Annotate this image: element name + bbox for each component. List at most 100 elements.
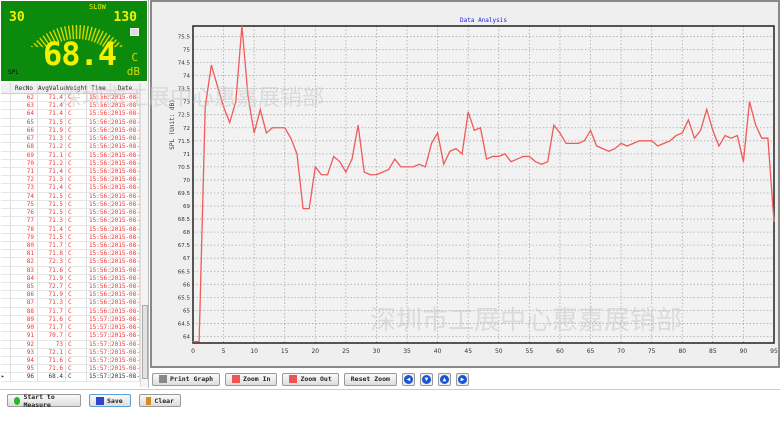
row-selector[interactable] xyxy=(1,167,11,176)
header-recno[interactable]: RecNo xyxy=(11,83,38,93)
y-tick-label: 73 xyxy=(183,100,190,106)
save-button[interactable]: Save xyxy=(89,394,131,407)
header-weight[interactable]: Weight xyxy=(66,83,87,93)
table-row[interactable]: 7171.4C15:56:412015-08- xyxy=(1,167,140,177)
table-row[interactable]: 6471.4C15:56:342015-08- xyxy=(1,110,140,119)
time-cell: 15:56:39 xyxy=(89,151,111,159)
row-selector[interactable] xyxy=(1,209,11,217)
table-row[interactable]: 8471.9C15:56:552015-08- xyxy=(1,274,140,284)
table-row[interactable]: 8572.7C15:56:562015-08- xyxy=(1,283,140,292)
table-row[interactable]: 7571.5C15:56:452015-08- xyxy=(1,200,140,210)
table-row[interactable]: 6571.5C15:56:352015-08- xyxy=(1,118,140,127)
data-point xyxy=(480,127,481,129)
table-row[interactable]: 6271.4C15:56:302015-08- xyxy=(1,94,140,103)
data-point xyxy=(369,174,371,176)
date-cell: 2015-08- xyxy=(111,159,140,167)
recno-cell: 66 xyxy=(11,126,38,135)
recno-cell: 73 xyxy=(11,184,38,192)
data-point xyxy=(584,140,585,142)
print-graph-button[interactable]: Print Graph xyxy=(152,372,221,386)
chart-toolbar: Print Graph Zoom In Zoom Out Reset Zoom … xyxy=(150,370,780,388)
row-selector[interactable] xyxy=(1,151,11,159)
table-row[interactable]: 6871.2C15:56:382015-08- xyxy=(1,143,140,152)
row-selector[interactable] xyxy=(1,184,11,192)
row-selector[interactable] xyxy=(1,110,11,118)
table-row[interactable]: 7971.5C15:56:502015-08- xyxy=(1,233,140,242)
table-row[interactable]: 8071.7C15:56:512015-08- xyxy=(1,241,140,251)
table-row[interactable]: 7371.4C15:56:432015-08- xyxy=(1,184,140,193)
time-cell: 15:56:36 xyxy=(89,126,111,135)
row-selector[interactable] xyxy=(1,135,11,143)
row-selector[interactable] xyxy=(1,233,11,241)
table-row[interactable]: 7071.2C15:56:402015-08- xyxy=(1,159,140,168)
row-selector[interactable] xyxy=(1,266,11,274)
row-selector[interactable] xyxy=(1,291,11,299)
table-row[interactable]: 9170.7C15:57:022015-08- xyxy=(1,332,140,341)
table-row[interactable]: 8371.6C15:56:542015-08- xyxy=(1,266,140,275)
row-selector[interactable] xyxy=(1,340,11,348)
table-row[interactable]: 8272.3C15:56:532015-08- xyxy=(1,258,140,267)
table-row[interactable]: 7871.4C15:56:492015-08- xyxy=(1,225,140,234)
row-selector[interactable] xyxy=(1,102,11,110)
row-selector[interactable] xyxy=(1,348,11,356)
table-row[interactable]: 7671.5C15:56:462015-08- xyxy=(1,209,140,218)
weight-cell: C xyxy=(66,283,87,291)
row-selector[interactable] xyxy=(1,225,11,233)
table-row[interactable]: 8871.7C15:56:592015-08- xyxy=(1,307,140,316)
row-selector[interactable] xyxy=(1,357,11,365)
row-selector[interactable] xyxy=(1,315,11,324)
pan-down-button[interactable]: ▼ xyxy=(419,372,433,386)
table-row[interactable]: 9571.6C15:57:062015-08- xyxy=(1,365,140,374)
row-selector[interactable] xyxy=(1,283,11,291)
header-time[interactable]: Time xyxy=(87,83,111,93)
row-selector[interactable] xyxy=(1,200,11,209)
table-row[interactable]: 9273C15:57:032015-08- xyxy=(1,340,140,349)
pan-up-button[interactable]: ▲ xyxy=(437,372,451,386)
row-selector[interactable] xyxy=(1,192,11,200)
row-selector[interactable] xyxy=(1,307,11,315)
table-row[interactable]: 9071.7C15:57:012015-08- xyxy=(1,324,140,333)
row-selector[interactable] xyxy=(1,143,11,151)
row-selector[interactable] xyxy=(1,365,11,373)
row-selector[interactable] xyxy=(1,176,11,184)
row-selector[interactable] xyxy=(1,94,11,102)
start-measure-button[interactable]: Start to Measure xyxy=(7,393,81,409)
row-selector[interactable] xyxy=(1,324,11,332)
table-row[interactable]: 6971.1C15:56:392015-08- xyxy=(1,151,140,160)
table-row[interactable]: 8671.9C15:56:572015-08- xyxy=(1,291,140,300)
row-selector[interactable] xyxy=(1,274,11,283)
row-selector[interactable] xyxy=(1,159,11,167)
row-selector[interactable] xyxy=(1,118,11,126)
reset-zoom-button[interactable]: Reset Zoom xyxy=(343,372,397,386)
table-scrollbar[interactable] xyxy=(140,83,148,387)
row-selector[interactable]: ▸ xyxy=(1,373,11,381)
row-selector[interactable] xyxy=(1,217,11,225)
row-selector[interactable] xyxy=(1,241,11,250)
header-avgvalue[interactable]: AvgValue xyxy=(38,83,66,93)
table-row[interactable]: 7271.3C15:56:422015-08- xyxy=(1,176,140,185)
table-row[interactable]: 9471.6C15:57:052015-08- xyxy=(1,357,140,366)
header-date[interactable]: Date xyxy=(111,83,140,93)
table-row[interactable]: 6771.3C15:56:372015-08- xyxy=(1,135,140,144)
row-selector[interactable] xyxy=(1,299,11,307)
scrollbar-thumb[interactable] xyxy=(142,305,148,379)
row-selector[interactable] xyxy=(1,258,11,266)
table-row[interactable]: 6671.9C15:56:362015-08- xyxy=(1,126,140,136)
weight-cell: C xyxy=(66,151,87,159)
table-row[interactable]: 7771.3C15:56:472015-08- xyxy=(1,217,140,226)
zoom-out-button[interactable]: Zoom Out xyxy=(282,372,339,386)
table-row[interactable]: ▸9668.4C15:57:072015-08- xyxy=(1,373,140,382)
pan-right-button[interactable]: ▶ xyxy=(455,372,469,386)
clear-button[interactable]: Clear xyxy=(139,394,181,407)
row-selector[interactable] xyxy=(1,332,11,340)
table-row[interactable]: 7471.5C15:56:442015-08- xyxy=(1,192,140,201)
table-row[interactable]: 8171.8C15:56:522015-08- xyxy=(1,250,140,259)
table-row[interactable]: 6371.4C15:56:322015-08- xyxy=(1,102,140,111)
row-selector[interactable] xyxy=(1,126,11,135)
table-row[interactable]: 8971.6C15:57:002015-08- xyxy=(1,315,140,325)
pan-left-button[interactable]: ◀ xyxy=(401,372,415,386)
table-row[interactable]: 9372.1C15:57:042015-08- xyxy=(1,348,140,357)
zoom-in-button[interactable]: Zoom In xyxy=(225,372,278,386)
table-row[interactable]: 8771.3C15:56:582015-08- xyxy=(1,299,140,308)
row-selector[interactable] xyxy=(1,250,11,258)
